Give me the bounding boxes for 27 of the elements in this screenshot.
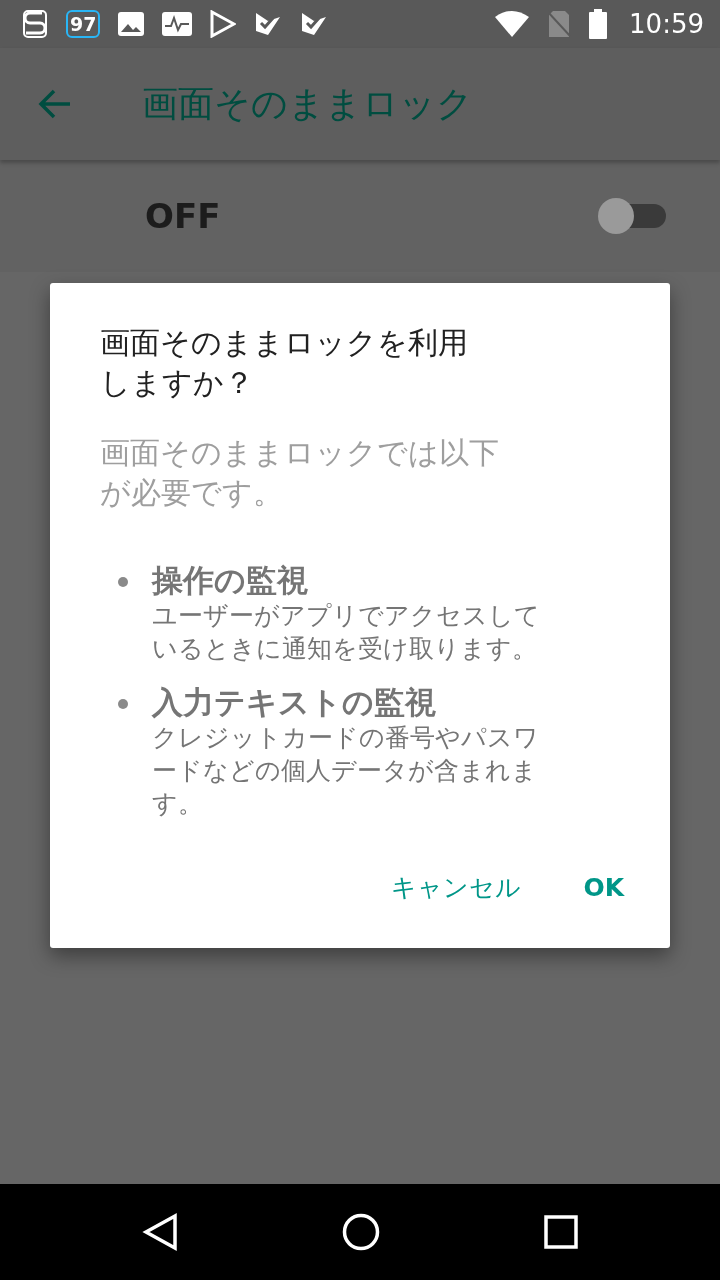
app-icon <box>22 9 48 39</box>
play-store-icon <box>210 10 237 38</box>
toggle-switch[interactable] <box>598 198 666 234</box>
permission-description: ユーザーがアプリでアクセスしているときに通知を受け取ります。 <box>152 600 541 665</box>
notification-badge: 97 <box>66 10 101 38</box>
switch-label: OFF <box>145 196 221 236</box>
no-sim-icon <box>547 9 572 39</box>
battery-icon <box>589 9 608 39</box>
status-time: 10:59 <box>629 9 704 39</box>
recents-icon[interactable] <box>544 1215 578 1249</box>
check-icon <box>300 11 329 37</box>
back-icon[interactable] <box>142 1213 178 1251</box>
image-icon <box>118 12 145 36</box>
bullet-icon <box>118 699 128 709</box>
dialog-message: 画面そのままロックでは以下が必要です。 <box>100 434 500 512</box>
permission-title: 入力テキストの監視 <box>152 683 437 721</box>
permission-description: クレジットカードの番号やパスワードなどの個人データが含まれます。 <box>152 722 540 820</box>
ok-button[interactable]: OK <box>567 863 640 912</box>
activity-icon <box>162 12 193 36</box>
wifi-icon <box>495 11 530 37</box>
dialog-title: 画面そのままロックを利用しますか？ <box>100 324 469 402</box>
home-icon[interactable] <box>342 1213 380 1251</box>
toolbar-title: 画面そのままロック <box>142 81 473 126</box>
bullet-icon <box>118 577 128 587</box>
check-icon <box>254 11 283 37</box>
permission-title: 操作の監視 <box>152 561 309 599</box>
cancel-button[interactable]: キャンセル <box>375 863 538 912</box>
